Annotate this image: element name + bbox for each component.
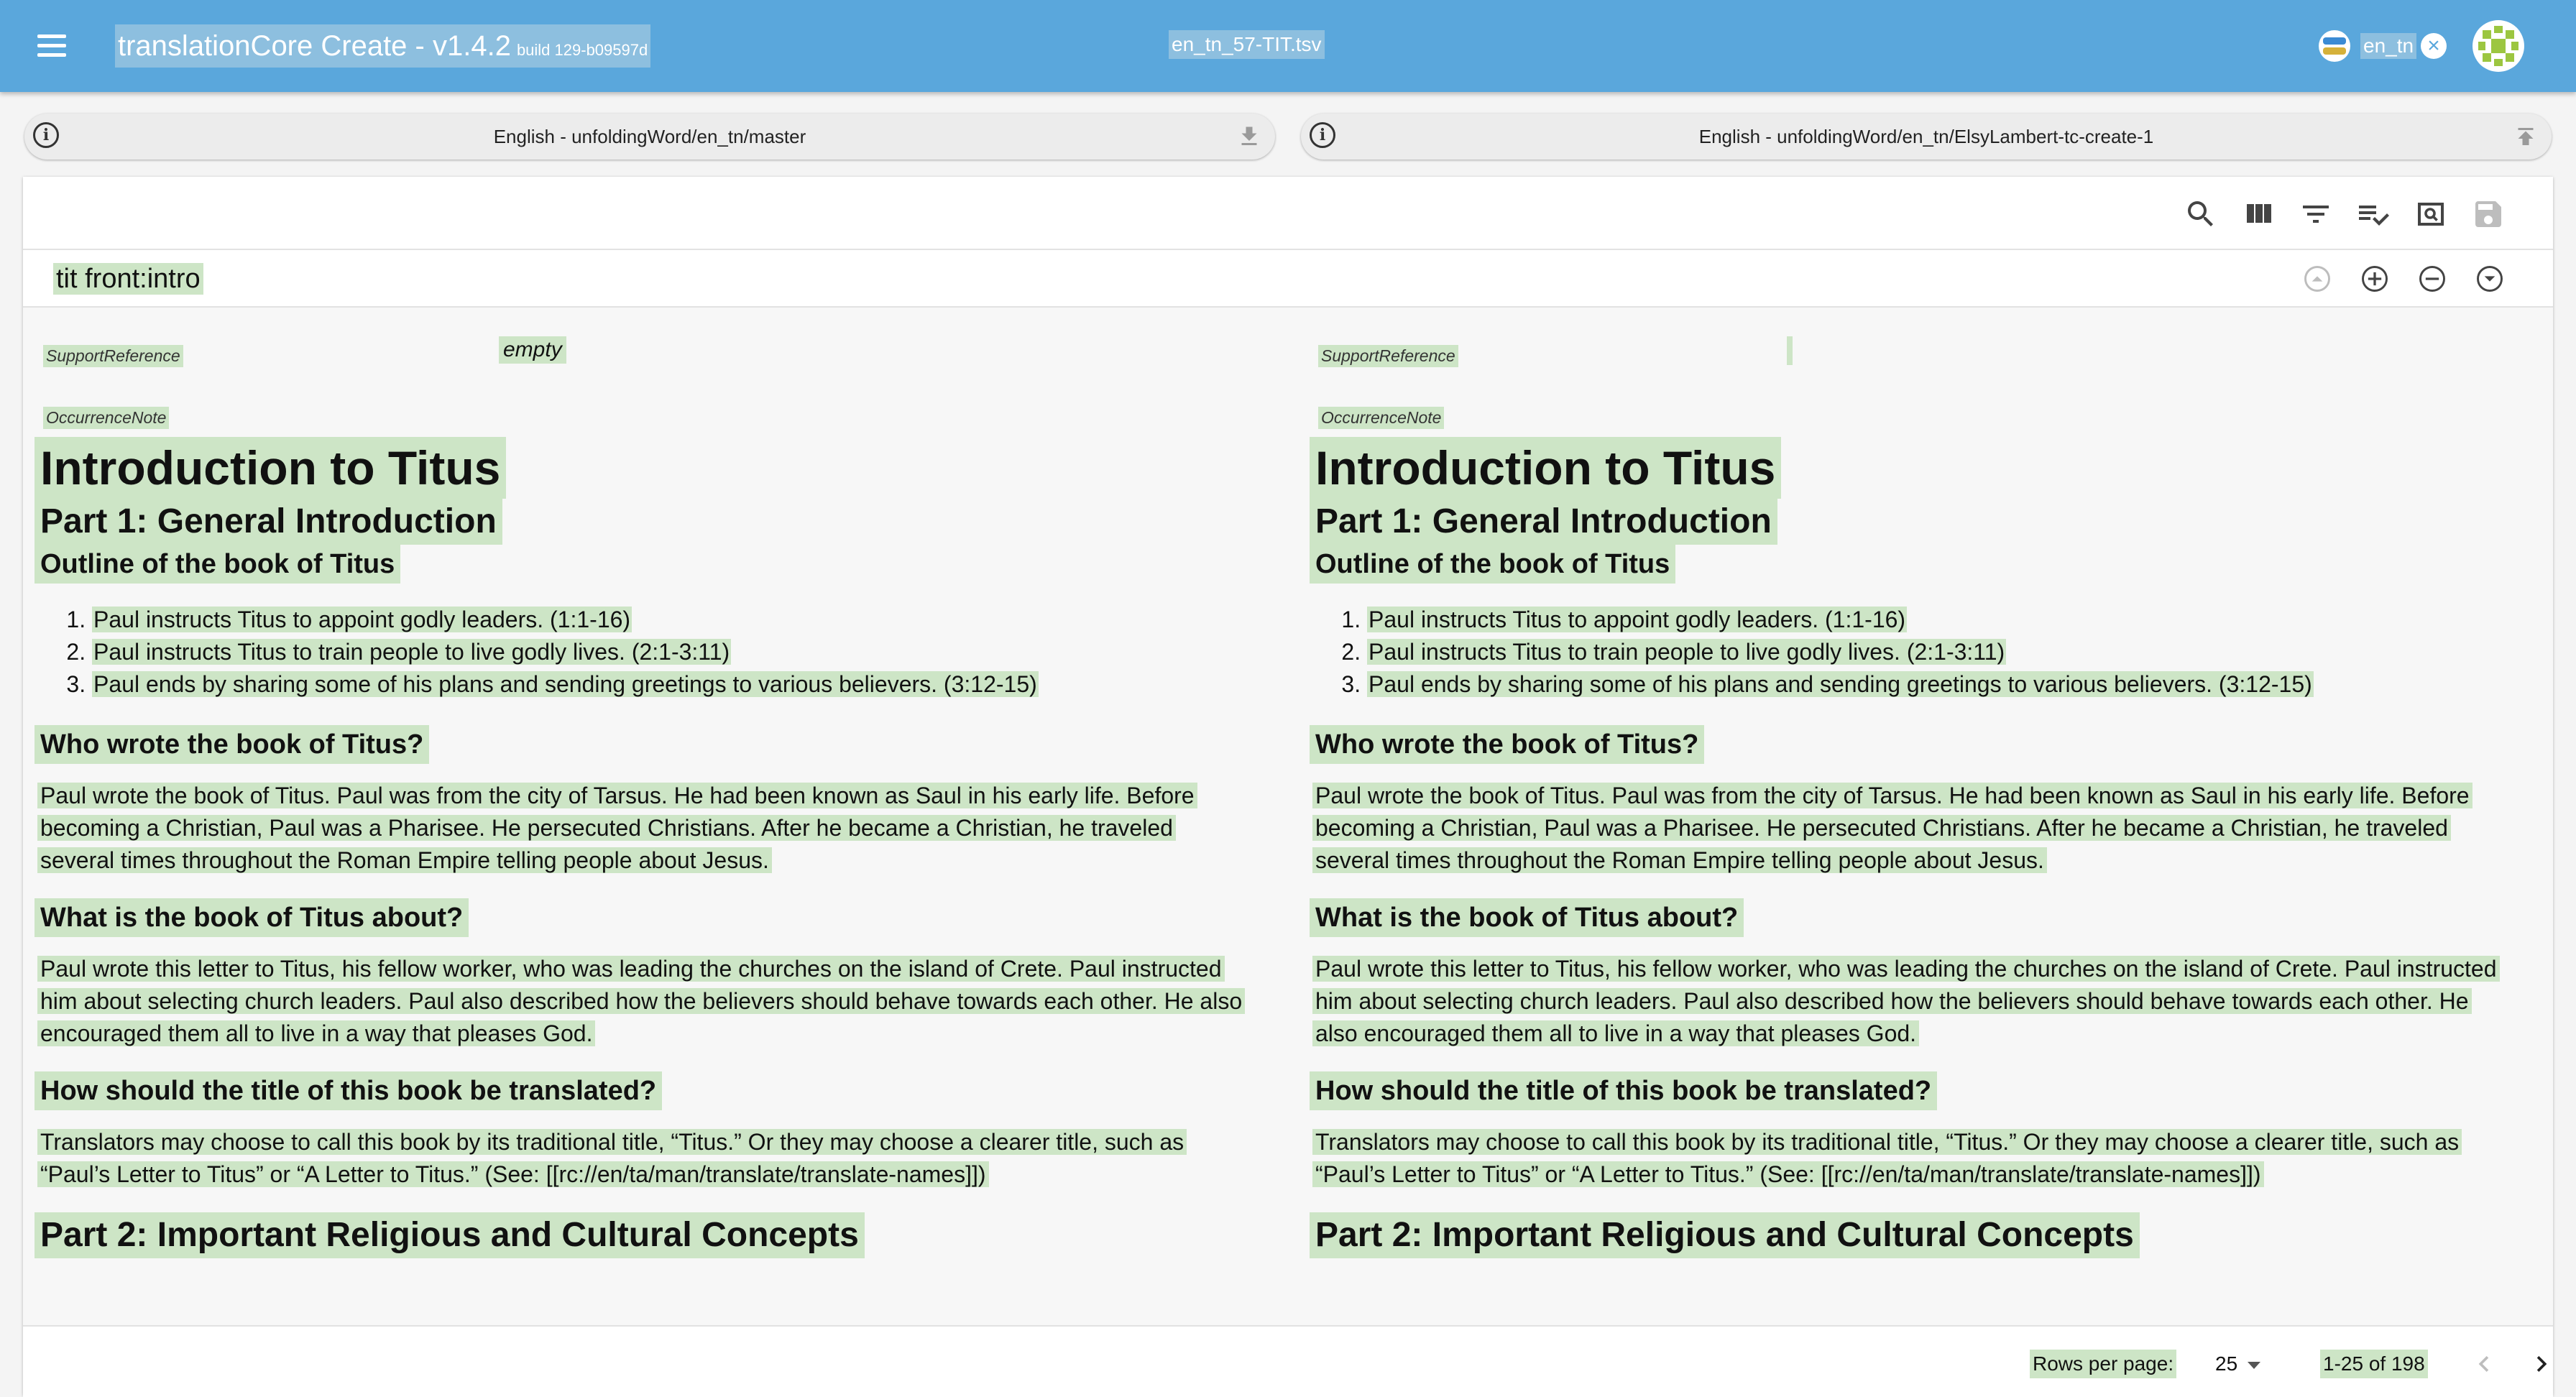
- row-header: tit front:intro: [23, 250, 2553, 308]
- list-item: Paul instructs Titus to train people to …: [1367, 636, 2553, 668]
- list-item: Paul instructs Titus to appoint godly le…: [1367, 604, 2553, 636]
- left-resource-bar: i English - unfoldingWord/en_tn/master: [24, 114, 1275, 160]
- support-reference-value: empty: [499, 336, 566, 364]
- app-title-text: translationCore Create - v1.4.2: [118, 30, 511, 62]
- right-column: SupportReference OccurrenceNote Introduc…: [1310, 308, 2553, 1325]
- support-reference-label: SupportReference: [43, 345, 183, 367]
- toolbar: [23, 177, 2553, 250]
- search-icon[interactable]: [2184, 197, 2218, 231]
- question-heading: What is the book of Titus about?: [34, 898, 469, 937]
- language-chip[interactable]: en_tn: [2360, 33, 2417, 59]
- left-resource-label: English - unfoldingWord/en_tn/master: [493, 126, 806, 147]
- page-range: 1-25 of 198: [2320, 1350, 2428, 1378]
- note-part1-heading: Part 1: General Introduction: [1310, 499, 1777, 545]
- filter-icon[interactable]: [2299, 197, 2333, 231]
- right-resource-label: English - unfoldingWord/en_tn/ElsyLamber…: [1698, 126, 2154, 147]
- question-heading: How should the title of this book be tra…: [34, 1071, 663, 1110]
- avatar[interactable]: [2472, 20, 2524, 72]
- view-column-icon[interactable]: [2241, 197, 2276, 231]
- datatable-panel: tit front:intro SupportReference empty O…: [23, 177, 2553, 1397]
- info-icon[interactable]: i: [1310, 122, 1335, 148]
- note-title: Introduction to Titus: [1310, 437, 1782, 499]
- support-reference-label: SupportReference: [1318, 345, 1458, 367]
- app-build: build 129-b09597d: [516, 41, 648, 59]
- question-heading: Who wrote the book of Titus?: [34, 725, 430, 764]
- note-part2-heading: Part 2: Important Religious and Cultural…: [34, 1212, 865, 1258]
- list-item: Paul ends by sharing some of his plans a…: [1367, 668, 2553, 701]
- remove-circle-icon[interactable]: [2416, 263, 2448, 295]
- answer-paragraph: Translators may choose to call this book…: [1310, 1126, 2553, 1191]
- chevron-right-icon[interactable]: [2526, 1348, 2557, 1380]
- pagination-footer: Rows per page: 25 1-25 of 198: [23, 1325, 2553, 1397]
- note-part1-heading: Part 1: General Introduction: [34, 499, 502, 545]
- info-icon[interactable]: i: [33, 122, 59, 148]
- right-resource-bar: i English - unfoldingWord/en_tn/ElsyLamb…: [1301, 114, 2552, 160]
- upload-icon[interactable]: [2513, 124, 2539, 149]
- rows-per-page-label: Rows per page:: [2030, 1350, 2177, 1378]
- occurrence-note: Introduction to Titus Part 1: General In…: [34, 437, 1278, 1258]
- occurrence-note-label: OccurrenceNote: [1318, 407, 1445, 429]
- close-icon[interactable]: ×: [2421, 33, 2447, 59]
- row-content: SupportReference empty OccurrenceNote In…: [23, 308, 2553, 1325]
- preview-icon[interactable]: [2414, 197, 2448, 231]
- list-item: Paul ends by sharing some of his plans a…: [92, 668, 1278, 701]
- answer-paragraph: Paul wrote this letter to Titus, his fel…: [1310, 953, 2553, 1050]
- playlist-check-icon[interactable]: [2356, 197, 2391, 231]
- avatar-icon: [2477, 24, 2520, 68]
- note-part2-heading: Part 2: Important Religious and Cultural…: [1310, 1212, 2140, 1258]
- outline-heading: Outline of the book of Titus: [1310, 545, 1676, 584]
- occurrence-note-editor[interactable]: Introduction to Titus Part 1: General In…: [1310, 437, 2553, 1258]
- add-circle-icon[interactable]: [2359, 263, 2391, 295]
- row-reference: tit front:intro: [53, 263, 203, 295]
- expand-less-icon[interactable]: [2301, 263, 2333, 295]
- answer-paragraph: Paul wrote the book of Titus. Paul was f…: [34, 780, 1278, 877]
- question-heading: What is the book of Titus about?: [1310, 898, 1744, 937]
- answer-paragraph: Translators may choose to call this book…: [34, 1126, 1278, 1191]
- file-name: en_tn_57-TIT.tsv: [1169, 30, 1325, 59]
- outline-list: Paul instructs Titus to appoint godly le…: [34, 604, 1278, 701]
- question-heading: How should the title of this book be tra…: [1310, 1071, 1938, 1110]
- support-reference-input[interactable]: [1787, 336, 1793, 365]
- rows-per-page-select[interactable]: 25: [2215, 1350, 2260, 1378]
- list-item: Paul instructs Titus to appoint godly le…: [92, 604, 1278, 636]
- app-bar: translationCore Create - v1.4.2 build 129…: [0, 0, 2576, 92]
- download-icon[interactable]: [1236, 124, 1262, 149]
- list-item: Paul instructs Titus to train people to …: [92, 636, 1278, 668]
- outline-heading: Outline of the book of Titus: [34, 545, 401, 584]
- outline-list: Paul instructs Titus to appoint godly le…: [1310, 604, 2553, 701]
- organization-icon: [2319, 30, 2350, 62]
- expand-more-icon[interactable]: [2474, 263, 2506, 295]
- answer-paragraph: Paul wrote the book of Titus. Paul was f…: [1310, 780, 2553, 877]
- menu-icon[interactable]: [32, 29, 72, 63]
- left-column: SupportReference empty OccurrenceNote In…: [34, 308, 1285, 1325]
- question-heading: Who wrote the book of Titus?: [1310, 725, 1705, 764]
- answer-paragraph: Paul wrote this letter to Titus, his fel…: [34, 953, 1278, 1050]
- save-icon[interactable]: [2471, 197, 2506, 231]
- note-title: Introduction to Titus: [34, 437, 507, 499]
- occurrence-note-label: OccurrenceNote: [43, 407, 170, 429]
- chevron-left-icon[interactable]: [2468, 1348, 2500, 1380]
- app-title: translationCore Create - v1.4.2 build 129…: [115, 24, 651, 68]
